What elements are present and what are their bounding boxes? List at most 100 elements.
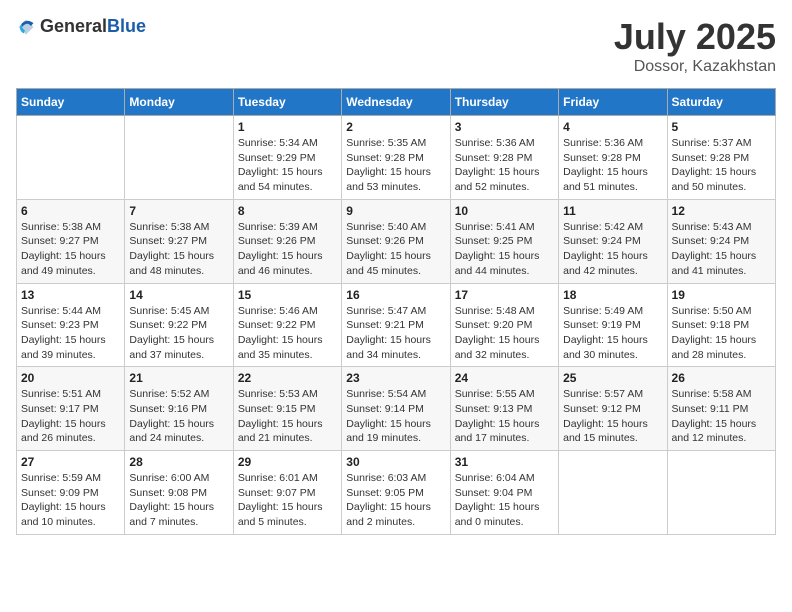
day-info: Sunrise: 5:51 AMSunset: 9:17 PMDaylight:…: [21, 387, 120, 446]
day-number: 19: [672, 288, 771, 302]
day-info: Sunrise: 5:53 AMSunset: 9:15 PMDaylight:…: [238, 387, 337, 446]
calendar-cell: 1 Sunrise: 5:34 AMSunset: 9:29 PMDaylight…: [233, 116, 341, 200]
calendar-table: SundayMondayTuesdayWednesdayThursdayFrid…: [16, 88, 776, 535]
day-info: Sunrise: 5:52 AMSunset: 9:16 PMDaylight:…: [129, 387, 228, 446]
day-number: 22: [238, 371, 337, 385]
day-number: 2: [346, 120, 445, 134]
calendar-cell: 2 Sunrise: 5:35 AMSunset: 9:28 PMDaylight…: [342, 116, 450, 200]
weekday-header-friday: Friday: [559, 89, 667, 116]
calendar-cell: 8Sunrise: 5:39 AMSunset: 9:26 PMDaylight…: [233, 199, 341, 283]
calendar-cell: 31 Sunrise: 6:04 AMSunset: 9:04 PMDayligh…: [450, 451, 558, 535]
calendar-cell: 25 Sunrise: 5:57 AMSunset: 9:12 PMDayligh…: [559, 367, 667, 451]
day-number: 11: [563, 204, 662, 218]
day-info: Sunrise: 5:57 AMSunset: 9:12 PMDaylight:…: [563, 387, 662, 446]
day-number: 6: [21, 204, 120, 218]
day-number: 13: [21, 288, 120, 302]
day-info: Sunrise: 5:38 AMSunset: 9:27 PMDaylight:…: [21, 220, 120, 279]
calendar-week-row: 27 Sunrise: 5:59 AMSunset: 9:09 PMDayligh…: [17, 451, 776, 535]
calendar-cell: 26Sunrise: 5:58 AMSunset: 9:11 PMDayligh…: [667, 367, 775, 451]
day-number: 7: [129, 204, 228, 218]
weekday-header-saturday: Saturday: [667, 89, 775, 116]
weekday-header-monday: Monday: [125, 89, 233, 116]
day-number: 27: [21, 455, 120, 469]
day-number: 4: [563, 120, 662, 134]
weekday-header-thursday: Thursday: [450, 89, 558, 116]
calendar-cell: 24 Sunrise: 5:55 AMSunset: 9:13 PMDayligh…: [450, 367, 558, 451]
day-number: 25: [563, 371, 662, 385]
calendar-week-row: 20 Sunrise: 5:51 AMSunset: 9:17 PMDayligh…: [17, 367, 776, 451]
day-info: Sunrise: 5:34 AMSunset: 9:29 PMDaylight:…: [238, 136, 337, 195]
calendar-cell: 5Sunrise: 5:37 AMSunset: 9:28 PMDaylight…: [667, 116, 775, 200]
day-number: 29: [238, 455, 337, 469]
calendar-cell: 20 Sunrise: 5:51 AMSunset: 9:17 PMDayligh…: [17, 367, 125, 451]
calendar-cell: 22 Sunrise: 5:53 AMSunset: 9:15 PMDayligh…: [233, 367, 341, 451]
day-info: Sunrise: 5:55 AMSunset: 9:13 PMDaylight:…: [455, 387, 554, 446]
weekday-header-tuesday: Tuesday: [233, 89, 341, 116]
calendar-cell: [559, 451, 667, 535]
calendar-cell: 17Sunrise: 5:48 AMSunset: 9:20 PMDayligh…: [450, 283, 558, 367]
calendar-cell: 7 Sunrise: 5:38 AMSunset: 9:27 PMDaylight…: [125, 199, 233, 283]
weekday-header-wednesday: Wednesday: [342, 89, 450, 116]
day-number: 23: [346, 371, 445, 385]
day-info: Sunrise: 5:47 AMSunset: 9:21 PMDaylight:…: [346, 304, 445, 363]
day-info: Sunrise: 5:54 AMSunset: 9:14 PMDaylight:…: [346, 387, 445, 446]
calendar-week-row: 1 Sunrise: 5:34 AMSunset: 9:29 PMDaylight…: [17, 116, 776, 200]
day-info: Sunrise: 5:36 AMSunset: 9:28 PMDaylight:…: [455, 136, 554, 195]
day-number: 14: [129, 288, 228, 302]
calendar-cell: 6 Sunrise: 5:38 AMSunset: 9:27 PMDaylight…: [17, 199, 125, 283]
logo-text: GeneralBlue: [40, 16, 146, 37]
day-number: 31: [455, 455, 554, 469]
calendar-cell: [125, 116, 233, 200]
calendar-cell: 27 Sunrise: 5:59 AMSunset: 9:09 PMDayligh…: [17, 451, 125, 535]
day-number: 17: [455, 288, 554, 302]
day-number: 28: [129, 455, 228, 469]
day-info: Sunrise: 5:40 AMSunset: 9:26 PMDaylight:…: [346, 220, 445, 279]
calendar-cell: 19 Sunrise: 5:50 AMSunset: 9:18 PMDayligh…: [667, 283, 775, 367]
day-info: Sunrise: 5:39 AMSunset: 9:26 PMDaylight:…: [238, 220, 337, 279]
calendar-cell: [667, 451, 775, 535]
page-header: GeneralBlue July 2025 Dossor, Kazakhstan: [16, 16, 776, 76]
weekday-header-sunday: Sunday: [17, 89, 125, 116]
day-info: Sunrise: 5:35 AMSunset: 9:28 PMDaylight:…: [346, 136, 445, 195]
calendar-cell: 10Sunrise: 5:41 AMSunset: 9:25 PMDayligh…: [450, 199, 558, 283]
logo-icon: [16, 17, 36, 37]
calendar-cell: 15Sunrise: 5:46 AMSunset: 9:22 PMDayligh…: [233, 283, 341, 367]
calendar-cell: 16 Sunrise: 5:47 AMSunset: 9:21 PMDayligh…: [342, 283, 450, 367]
day-number: 9: [346, 204, 445, 218]
day-number: 16: [346, 288, 445, 302]
calendar-cell: 11 Sunrise: 5:42 AMSunset: 9:24 PMDayligh…: [559, 199, 667, 283]
logo: GeneralBlue: [16, 16, 146, 37]
day-number: 18: [563, 288, 662, 302]
day-info: Sunrise: 5:59 AMSunset: 9:09 PMDaylight:…: [21, 471, 120, 530]
day-number: 1: [238, 120, 337, 134]
day-info: Sunrise: 5:49 AMSunset: 9:19 PMDaylight:…: [563, 304, 662, 363]
calendar-cell: 23 Sunrise: 5:54 AMSunset: 9:14 PMDayligh…: [342, 367, 450, 451]
calendar-cell: 29 Sunrise: 6:01 AMSunset: 9:07 PMDayligh…: [233, 451, 341, 535]
calendar-cell: 28 Sunrise: 6:00 AMSunset: 9:08 PMDayligh…: [125, 451, 233, 535]
day-info: Sunrise: 5:37 AMSunset: 9:28 PMDaylight:…: [672, 136, 771, 195]
day-info: Sunrise: 6:04 AMSunset: 9:04 PMDaylight:…: [455, 471, 554, 530]
calendar-cell: 3 Sunrise: 5:36 AMSunset: 9:28 PMDaylight…: [450, 116, 558, 200]
month-title: July 2025: [614, 16, 776, 58]
day-info: Sunrise: 5:58 AMSunset: 9:11 PMDaylight:…: [672, 387, 771, 446]
day-number: 10: [455, 204, 554, 218]
day-info: Sunrise: 5:50 AMSunset: 9:18 PMDaylight:…: [672, 304, 771, 363]
day-number: 24: [455, 371, 554, 385]
day-number: 30: [346, 455, 445, 469]
day-number: 20: [21, 371, 120, 385]
day-info: Sunrise: 6:00 AMSunset: 9:08 PMDaylight:…: [129, 471, 228, 530]
calendar-cell: 30 Sunrise: 6:03 AMSunset: 9:05 PMDayligh…: [342, 451, 450, 535]
calendar-cell: 14Sunrise: 5:45 AMSunset: 9:22 PMDayligh…: [125, 283, 233, 367]
day-info: Sunrise: 5:38 AMSunset: 9:27 PMDaylight:…: [129, 220, 228, 279]
day-info: Sunrise: 5:42 AMSunset: 9:24 PMDaylight:…: [563, 220, 662, 279]
day-number: 3: [455, 120, 554, 134]
day-number: 12: [672, 204, 771, 218]
day-info: Sunrise: 6:01 AMSunset: 9:07 PMDaylight:…: [238, 471, 337, 530]
day-info: Sunrise: 6:03 AMSunset: 9:05 PMDaylight:…: [346, 471, 445, 530]
day-info: Sunrise: 5:36 AMSunset: 9:28 PMDaylight:…: [563, 136, 662, 195]
calendar-cell: [17, 116, 125, 200]
day-number: 21: [129, 371, 228, 385]
day-info: Sunrise: 5:44 AMSunset: 9:23 PMDaylight:…: [21, 304, 120, 363]
calendar-cell: 4 Sunrise: 5:36 AMSunset: 9:28 PMDaylight…: [559, 116, 667, 200]
day-number: 15: [238, 288, 337, 302]
